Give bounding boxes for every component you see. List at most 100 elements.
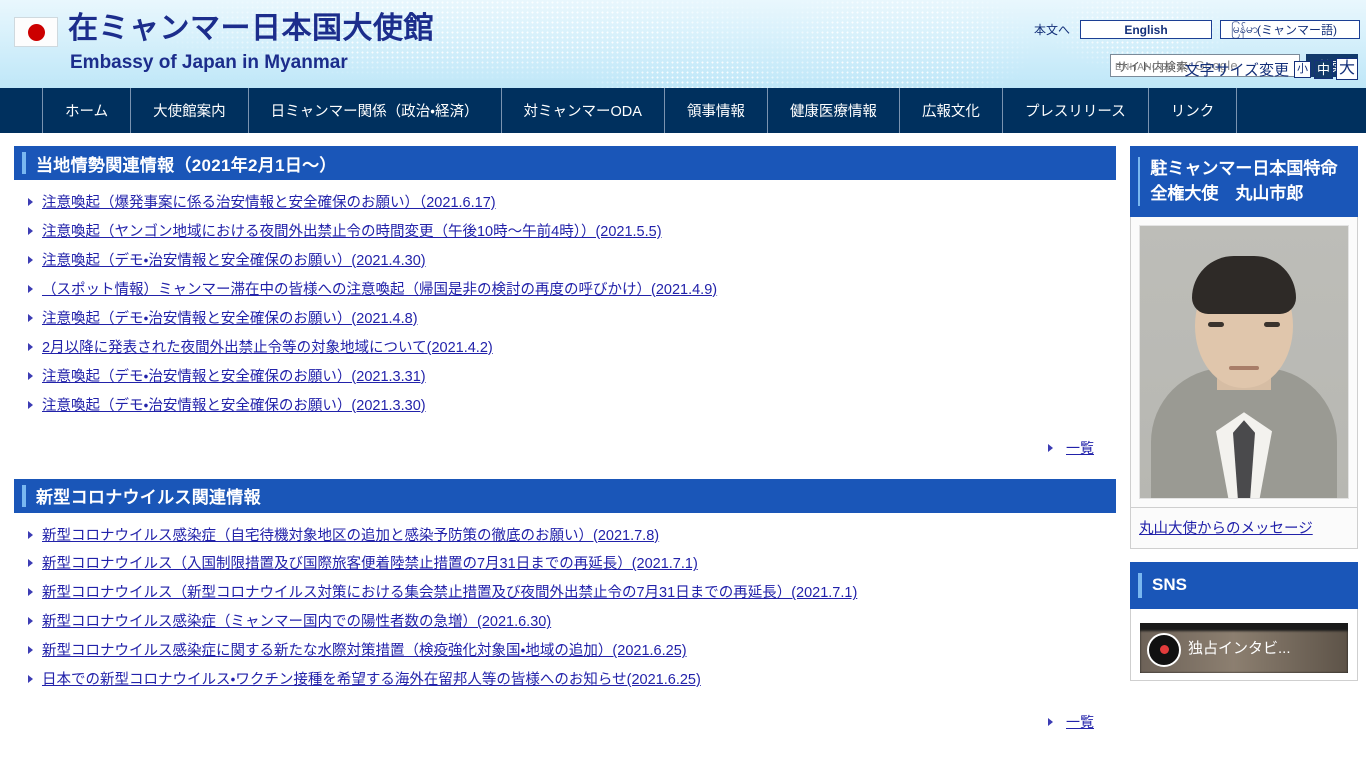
list-item: 日本での新型コロナウイルス・ワクチン接種を希望する海外在留邦人等の皆様へのお知ら…	[14, 671, 1116, 689]
ambassador-panel: 駐ミャンマー日本国特命全権大使 丸山市郎 丸山大使からのメッセージ	[1130, 146, 1358, 550]
sidebar: 駐ミャンマー日本国特命全権大使 丸山市郎 丸山大使からのメッセージ SNS 独占…	[1130, 133, 1366, 681]
arrow-bullet-icon	[28, 617, 33, 626]
see-all-row: 一覧	[14, 426, 1116, 464]
nav-item-consular[interactable]: 領事情報	[663, 88, 767, 133]
arrow-bullet-icon	[28, 198, 33, 206]
enhanced-by-label: ENHANCED BY	[1114, 62, 1195, 73]
burmese-native-label: မြန်မာ	[1231, 21, 1258, 36]
portrait-eye-right	[1264, 322, 1280, 328]
news-list: 注意喚起（爆発事案に係る治安情報と安全確保のお願い）（2021.6.17) 注意…	[14, 194, 1116, 415]
nav-item-relations[interactable]: 日ミャンマー関係（政治・経済）	[247, 88, 501, 133]
ambassador-photo-card	[1130, 217, 1358, 509]
site-header: 在ミャンマー日本国大使館 Embassy of Japan in Myanmar…	[0, 0, 1366, 88]
section-header: 当地情勢関連情報（2021年2月1日～）	[14, 146, 1116, 180]
nav-item-press[interactable]: プレスリリース	[1001, 88, 1148, 133]
news-link[interactable]: 注意喚起（爆発事案に係る治安情報と安全確保のお願い）（2021.6.17)	[42, 195, 496, 211]
news-link[interactable]: 注意喚起（デモ・治安情報と安全確保のお願い）(2021.4.8)	[42, 311, 418, 327]
list-item: 新型コロナウイルス（新型コロナウイルス対策における集会禁止措置及び夜間外出禁止令…	[14, 584, 1116, 602]
see-all-row: 一覧	[14, 700, 1116, 738]
list-item: （スポット情報）ミャンマー滞在中の皆様への注意喚起（帰国是非の検討の再度の呼びか…	[14, 281, 1116, 299]
ambassador-message-link[interactable]: 丸山大使からのメッセージ	[1139, 521, 1313, 537]
nav-item-oda[interactable]: 対ミャンマーODA	[500, 88, 664, 133]
language-english-button[interactable]: English	[1080, 20, 1212, 39]
arrow-bullet-icon	[28, 530, 33, 539]
font-size-small-button[interactable]: 小	[1294, 60, 1311, 78]
news-link[interactable]: 新型コロナウイルス感染症（自宅待機対象地区の追加と感染予防策の徹底のお願い）(2…	[42, 528, 659, 544]
nav-item-home[interactable]: ホーム	[42, 88, 130, 133]
ambassador-title: 駐ミャンマー日本国特命全権大使 丸山市郎	[1150, 159, 1338, 203]
news-link[interactable]: 新型コロナウイルス感染症（ミャンマー国内での陽性者数の急増）(2021.6.30…	[42, 614, 551, 630]
font-size-large-button[interactable]: 大	[1336, 58, 1358, 80]
ambassador-header: 駐ミャンマー日本国特命全権大使 丸山市郎	[1130, 146, 1358, 218]
burmese-japanese-label: (ミャンマー語)	[1257, 23, 1337, 37]
font-size-controls: 文字サイズ変更 小 中 大	[1184, 58, 1358, 80]
news-link[interactable]: 日本での新型コロナウイルス・ワクチン接種を希望する海外在留邦人等の皆様へのお知ら…	[42, 672, 701, 688]
nav-item-links[interactable]: リンク	[1147, 88, 1238, 133]
arrow-bullet-icon	[28, 226, 33, 235]
arrow-bullet-icon	[1048, 443, 1053, 452]
primary-navigation: ホーム 大使館案内 日ミャンマー関係（政治・経済） 対ミャンマーODA 領事情報…	[0, 88, 1366, 133]
list-item: 新型コロナウイルス（入国制限措置及び国際旅客便着陸禁止措置の7月31日までの再延…	[14, 555, 1116, 573]
list-item: 注意喚起（デモ・治安情報と安全確保のお願い）(2021.4.8)	[14, 310, 1116, 328]
font-size-medium-button[interactable]: 中	[1314, 59, 1333, 79]
see-all-link[interactable]: 一覧	[1066, 712, 1094, 732]
portrait-mouth	[1229, 366, 1259, 371]
news-link[interactable]: 注意喚起（デモ・治安情報と安全確保のお願い）(2021.3.31)	[42, 369, 426, 385]
news-link[interactable]: 新型コロナウイルス感染症に関する新たな水際対策措置（検疫強化対象国・地域の追加）…	[42, 643, 687, 659]
section-title: 新型コロナウイルス関連情報	[36, 488, 261, 507]
list-item: 注意喚起（ヤンゴン地域における夜間外出禁止令の時間変更（午後10時～午前4時））…	[14, 223, 1116, 241]
video-title: 独占インタビ...	[1188, 639, 1291, 657]
list-item: 新型コロナウイルス感染症に関する新たな水際対策措置（検疫強化対象国・地域の追加）…	[14, 642, 1116, 660]
arrow-bullet-icon	[28, 255, 33, 264]
portrait-eye-left	[1208, 322, 1224, 328]
arrow-bullet-icon	[28, 371, 33, 380]
list-item: 注意喚起（デモ・治安情報と安全確保のお願い）(2021.3.31)	[14, 368, 1116, 386]
site-title: 在ミャンマー日本国大使館	[68, 12, 434, 45]
section-local-situation: 当地情勢関連情報（2021年2月1日～） 注意喚起（爆発事案に係る治安情報と安全…	[14, 146, 1116, 466]
arrow-bullet-icon	[28, 646, 33, 655]
arrow-bullet-icon	[28, 342, 33, 351]
news-link[interactable]: 注意喚起（デモ・治安情報と安全確保のお願い）(2021.4.30)	[42, 253, 426, 269]
news-link[interactable]: 注意喚起（デモ・治安情報と安全確保のお願い）(2021.3.30)	[42, 398, 426, 414]
list-item: 注意喚起（デモ・治安情報と安全確保のお願い）(2021.3.30)	[14, 397, 1116, 415]
section-accent-bar	[1138, 157, 1141, 207]
avatar-red-dot	[1159, 645, 1169, 655]
section-body: 注意喚起（爆発事案に係る治安情報と安全確保のお願い）（2021.6.17) 注意…	[14, 180, 1116, 466]
channel-avatar-icon	[1147, 632, 1181, 667]
news-link[interactable]: 注意喚起（ヤンゴン地域における夜間外出禁止令の時間変更（午後10時～午前4時））…	[42, 224, 662, 240]
japan-flag-icon	[14, 17, 58, 47]
section-title: 当地情勢関連情報（2021年2月1日～）	[36, 155, 337, 175]
language-burmese-button[interactable]: မြန်မာ (ミャンマー語)	[1220, 20, 1360, 39]
sns-header: SNS	[1130, 562, 1358, 609]
nav-item-embassy[interactable]: 大使館案内	[130, 88, 248, 133]
section-accent-bar	[22, 152, 26, 174]
font-size-label: 文字サイズ変更	[1184, 61, 1289, 79]
section-covid19: 新型コロナウイルス関連情報 新型コロナウイルス感染症（自宅待機対象地区の追加と感…	[14, 478, 1116, 741]
news-link[interactable]: 2月以降に発表された夜間外出禁止令等の対象地域について(2021.4.2)	[42, 340, 493, 356]
arrow-bullet-icon	[28, 284, 33, 293]
flag-red-disc	[27, 23, 45, 41]
arrow-bullet-icon	[28, 313, 33, 322]
arrow-bullet-icon	[1048, 718, 1053, 727]
news-link[interactable]: 新型コロナウイルス（入国制限措置及び国際旅客便着陸禁止措置の7月31日までの再延…	[42, 556, 698, 572]
see-all-link[interactable]: 一覧	[1066, 438, 1094, 458]
section-header: 新型コロナウイルス関連情報	[14, 478, 1116, 513]
skip-to-content-link[interactable]: 本文へ	[1034, 21, 1072, 38]
news-link[interactable]: 新型コロナウイルス（新型コロナウイルス対策における集会禁止措置及び夜間外出禁止令…	[42, 585, 857, 601]
section-accent-bar	[22, 484, 26, 507]
list-item: 2月以降に発表された夜間外出禁止令等の対象地域について(2021.4.2)	[14, 339, 1116, 357]
ambassador-message-row: 丸山大使からのメッセージ	[1130, 508, 1358, 550]
nav-item-culture[interactable]: 広報文化	[898, 88, 1002, 133]
sns-title: SNS	[1152, 575, 1187, 595]
language-switcher: 本文へ English မြန်မာ (ミャンマー語)	[1034, 20, 1360, 39]
ambassador-portrait-image	[1139, 225, 1349, 500]
portrait-hair	[1192, 256, 1296, 315]
news-link[interactable]: （スポット情報）ミャンマー滞在中の皆様への注意喚起（帰国是非の検討の再度の呼びか…	[42, 282, 717, 298]
list-item: 新型コロナウイルス感染症（ミャンマー国内での陽性者数の急増）(2021.6.30…	[14, 613, 1116, 631]
site-subtitle: Embassy of Japan in Myanmar	[70, 52, 348, 73]
sns-video-thumbnail[interactable]: 独占インタビ...	[1140, 622, 1348, 673]
list-item: 新型コロナウイルス感染症（自宅待機対象地区の追加と感染予防策の徹底のお願い）(2…	[14, 527, 1116, 545]
list-item: 注意喚起（デモ・治安情報と安全確保のお願い）(2021.4.30)	[14, 252, 1116, 270]
nav-item-health[interactable]: 健康医療情報	[766, 88, 899, 133]
news-list: 新型コロナウイルス感染症（自宅待機対象地区の追加と感染予防策の徹底のお願い）(2…	[14, 527, 1116, 690]
